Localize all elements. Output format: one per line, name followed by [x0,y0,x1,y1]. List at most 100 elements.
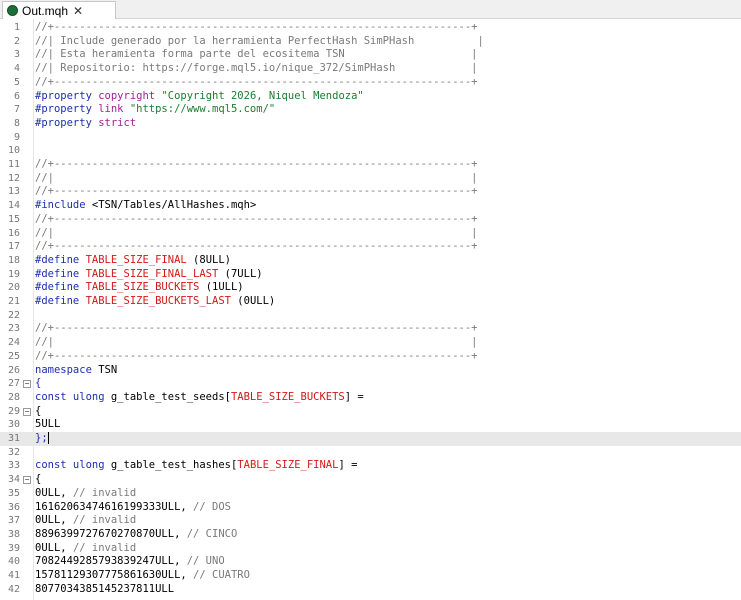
code-text: #define TABLE_SIZE_BUCKETS (1ULL) [35,281,244,295]
code-token: "https://www.mql5.com/" [129,103,276,116]
code-line[interactable]: 32 [0,446,741,460]
fold-toggle-icon[interactable]: − [23,380,31,389]
code-token: 0ULL, [35,541,73,554]
code-line[interactable]: 9 [0,131,741,145]
fold-toggle-icon[interactable]: − [23,407,31,416]
close-icon[interactable]: ✕ [73,5,83,17]
line-number: 25 [7,350,20,362]
code-line[interactable]: 42 8077034385145237811ULL [0,583,741,597]
code-text: //| | [35,227,478,241]
code-line[interactable]: 34−{ [0,473,741,487]
code-line[interactable]: 39 0ULL, // invalid [0,542,741,556]
code-line[interactable]: 20 #define TABLE_SIZE_BUCKETS (1ULL) [0,281,741,295]
code-line[interactable]: 14 #include <TSN/Tables/AllHashes.mqh> [0,199,741,213]
line-number: 34 [7,474,20,486]
code-text: //+-------------------------------------… [35,350,478,364]
line-number: 8 [13,117,20,129]
code-line[interactable]: 11 //+-----------------------------------… [0,158,741,172]
line-number: 29 [7,405,20,417]
code-token: //| | [35,226,478,239]
code-text: { [35,405,41,419]
code-text: //| Esta heramienta forma parte del ecos… [35,48,478,62]
code-text: //+-------------------------------------… [35,185,478,199]
code-token: copyright [98,89,162,102]
code-token: { [35,377,42,390]
code-line[interactable]: 2 //| Include generado por la herramienta… [0,35,741,49]
code-text: //| | [35,172,478,186]
code-text: #property strict [35,117,136,131]
code-line[interactable]: 3 //| Esta heramienta forma parte del eco… [0,48,741,62]
code-token: #define [35,295,86,307]
code-line[interactable]: 23 //+-----------------------------------… [0,322,741,336]
line-number: 35 [7,487,20,499]
code-line[interactable]: 38 8896399727670270870ULL, // CINCO [0,528,741,542]
code-token: { [35,404,42,417]
line-number: 10 [7,145,20,157]
code-token: TABLE_SIZE_BUCKETS [230,390,345,403]
fold-toggle-icon[interactable]: − [23,476,31,485]
code-line[interactable]: 41 15781129307775861630ULL, // CUATRO [0,569,741,583]
code-token: strict [98,116,137,129]
line-number: 6 [13,90,20,102]
line-number: 31 [7,433,20,444]
code-text: //+-------------------------------------… [35,240,478,254]
code-line[interactable]: 7 #property link "https://www.mql5.com/" [0,103,741,117]
code-line[interactable]: 19 #define TABLE_SIZE_FINAL_LAST (7ULL) [0,268,741,282]
code-line[interactable]: 25 //+-----------------------------------… [0,350,741,364]
code-token: //| Include generado por la herramienta … [35,34,484,47]
code-token: //+-------------------------------------… [35,185,478,198]
code-line[interactable]: 36 16162063474616199333ULL, // DOS [0,501,741,515]
code-text: 8077034385145237811ULL [35,583,174,597]
code-text: #define TABLE_SIZE_BUCKETS_LAST (0ULL) [35,295,275,309]
code-line[interactable]: 35 0ULL, // invalid [0,487,741,501]
code-line[interactable]: 15 //+-----------------------------------… [0,213,741,227]
code-line[interactable]: 21 #define TABLE_SIZE_BUCKETS_LAST (0ULL) [0,295,741,309]
code-line[interactable]: 24 //| | [0,336,741,350]
code-text: 5ULL [35,418,60,432]
code-line[interactable]: 10 [0,144,741,158]
line-number: 24 [7,337,20,349]
code-line[interactable]: 1 //+------------------------------------… [0,21,741,35]
code-line[interactable]: 29−{ [0,405,741,419]
code-line[interactable]: 13 //+-----------------------------------… [0,185,741,199]
code-line[interactable]: 28 const ulong g_table_test_seeds[TABLE_S… [0,391,741,405]
code-token: 0ULL, [35,514,73,527]
code-line[interactable]: 30 5ULL [0,418,741,432]
line-number: 36 [7,501,20,513]
code-line[interactable]: 17 //+-----------------------------------… [0,240,741,254]
line-number: 14 [7,200,20,212]
code-line[interactable]: 16 //| | [0,227,741,241]
code-line[interactable]: 27−{ [0,377,741,391]
code-line[interactable]: 12 //| | [0,172,741,186]
code-text: //| Include generado por la herramienta … [35,35,484,49]
code-line[interactable]: 8 #property strict [0,117,741,131]
code-line[interactable]: 40 7082449285793839247ULL, // UNO [0,555,741,569]
code-token: 16162063474616199333ULL, [35,500,194,513]
line-number: 7 [13,104,20,116]
code-line[interactable]: 4 //| Repositorio: https://forge.mql5.io/… [0,62,741,76]
code-line[interactable]: 22 [0,309,741,323]
code-line[interactable]: 26 namespace TSN [0,364,741,378]
tab-out-mqh[interactable]: Out.mqh ✕ [2,1,116,19]
code-line[interactable]: 37 0ULL, // invalid [0,514,741,528]
line-number: 19 [7,268,20,280]
code-line[interactable]: 6 #property copyright "Copyright 2026, Ni… [0,90,741,104]
code-token: //| | [35,171,478,184]
code-token: 0ULL, [35,486,73,499]
code-token: //+-------------------------------------… [35,75,478,88]
code-token: "Copyright 2026, Niquel Mendoza" [161,89,364,102]
code-line[interactable]: 33 const ulong g_table_test_hashes[TABLE_… [0,459,741,473]
tab-bar: Out.mqh ✕ [0,0,741,19]
code-token: #property [35,89,99,102]
code-text: const ulong g_table_test_seeds[TABLE_SIZ… [35,391,364,405]
line-number: 11 [7,159,20,170]
code-text: //+-------------------------------------… [35,322,478,336]
code-editor[interactable]: 1 //+------------------------------------… [0,19,741,600]
code-token: namespace [35,363,99,376]
line-number: 21 [7,296,20,307]
code-line[interactable]: 31}; [0,432,741,446]
code-line[interactable]: 5 //+------------------------------------… [0,76,741,90]
code-token: // CUATRO [193,569,250,581]
code-token: //+-------------------------------------… [35,212,478,225]
code-line[interactable]: 18 #define TABLE_SIZE_FINAL (8ULL) [0,254,741,268]
